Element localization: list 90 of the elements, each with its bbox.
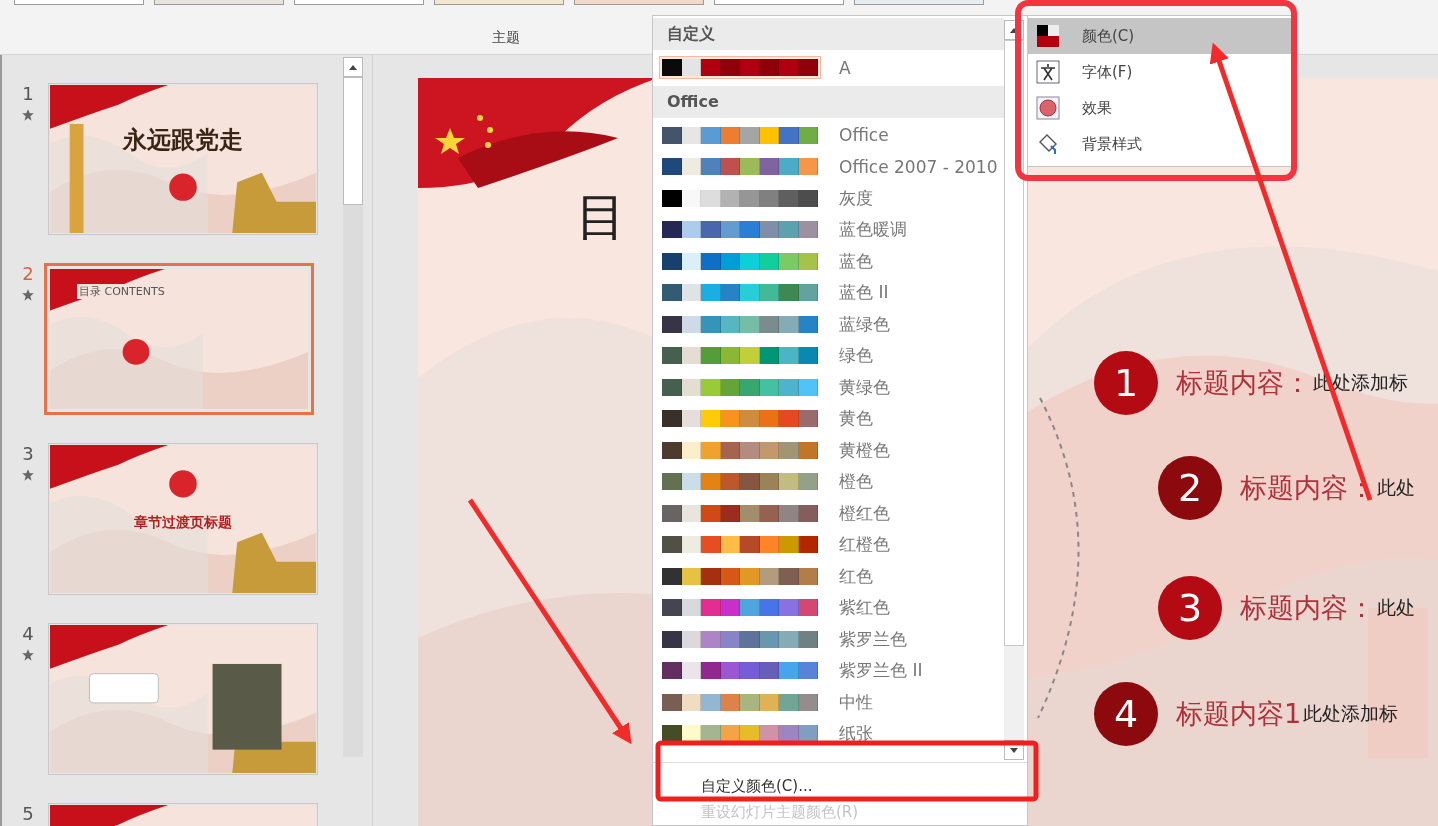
palette-item[interactable]: 紫罗兰色 — [653, 623, 1004, 655]
menu-item-label: 效果 — [1082, 98, 1112, 118]
palette-name: 紫红色 — [839, 596, 890, 620]
item-text: 此处 — [1377, 475, 1415, 500]
palette-item[interactable]: 蓝色暖调 — [653, 214, 1004, 246]
palette-item[interactable]: Office — [653, 119, 1004, 151]
palette-name: 红橙色 — [839, 533, 890, 557]
palette-name: 橙红色 — [839, 501, 890, 525]
palette-item[interactable]: A — [653, 52, 1004, 84]
palette-item[interactable]: 绿色 — [653, 340, 1004, 372]
palette-name: A — [839, 57, 851, 78]
palette-name: 紫罗兰色 II — [839, 659, 923, 683]
slide-number: 5 — [22, 803, 34, 824]
slide-number: 2 — [22, 263, 34, 284]
theme-thumbnail[interactable] — [14, 0, 144, 5]
palette-item[interactable]: 纸张 — [653, 718, 1004, 750]
scrollbar[interactable] — [1004, 20, 1024, 760]
palette-item[interactable]: 灰度 — [653, 182, 1004, 214]
palette-item[interactable]: 紫罗兰色 II — [653, 655, 1004, 687]
theme-thumbnail[interactable] — [154, 0, 284, 5]
section-header: 自定义 — [653, 18, 1004, 50]
arrow-up-icon — [349, 64, 357, 70]
item-text: 此处添加标 — [1303, 701, 1399, 726]
palette-item[interactable]: 黄橙色 — [653, 434, 1004, 466]
palette-name: 蓝色暖调 — [839, 218, 907, 242]
slide-number: 4 — [22, 623, 34, 644]
theme-thumbnail[interactable] — [714, 0, 844, 5]
scroll-thumb[interactable] — [343, 77, 363, 205]
theme-thumbnail[interactable] — [574, 0, 704, 5]
palette-item[interactable]: 红橙色 — [653, 529, 1004, 561]
scroll-thumb[interactable] — [1004, 40, 1024, 646]
arrow-up-icon — [1010, 27, 1018, 33]
theme-thumbnail[interactable] — [434, 0, 564, 5]
item-title: 标题内容： — [1240, 591, 1375, 625]
palette-item[interactable]: 蓝色 — [653, 245, 1004, 277]
menu-item-label: 颜色(C) — [1082, 26, 1135, 46]
theme-thumbnail[interactable] — [854, 0, 984, 5]
slide-number: 1 — [22, 83, 34, 104]
slide-number: 3 — [22, 443, 34, 464]
menu-command[interactable]: 自定义颜色(C)... — [653, 773, 1027, 799]
palette-item[interactable]: Office 2007 - 2010 — [653, 151, 1004, 183]
palette-name: 黄色 — [839, 407, 873, 431]
palette-name: 红色 — [839, 564, 873, 588]
item-title: 标题内容1 — [1176, 697, 1302, 731]
palette-name: 纸张 — [839, 722, 873, 746]
palette-name: 蓝色 II — [839, 281, 889, 305]
palette-item[interactable]: 中性 — [653, 686, 1004, 718]
menu-item[interactable]: 背景样式 — [1028, 126, 1294, 162]
palette-name: 蓝绿色 — [839, 312, 890, 336]
menu-item[interactable]: 效果 — [1028, 90, 1294, 126]
slide-thumbnail[interactable]: 永远跟党走 — [48, 83, 318, 235]
thumbnail-title: 永远跟党走 — [123, 125, 243, 156]
thumbnail-title: 目录 CONTENTS — [77, 284, 167, 299]
palette-item[interactable]: 黄绿色 — [653, 371, 1004, 403]
menu-item[interactable]: 颜色(C) — [1028, 18, 1294, 54]
palette-item[interactable]: 紫红色 — [653, 592, 1004, 624]
scroll-up-button[interactable] — [343, 57, 363, 77]
palette-item[interactable]: 橙红色 — [653, 497, 1004, 529]
palette-item[interactable]: 蓝色 II — [653, 277, 1004, 309]
palette-name: 黄橙色 — [839, 438, 890, 462]
palette-item[interactable]: 蓝绿色 — [653, 308, 1004, 340]
palette-item[interactable]: 黄色 — [653, 403, 1004, 435]
scrollbar[interactable] — [343, 57, 363, 757]
section-header: Office — [653, 85, 1004, 118]
palette-item[interactable]: 橙色 — [653, 466, 1004, 498]
palette-name: Office 2007 - 2010 — [839, 156, 998, 177]
menu-item-label: 背景样式 — [1082, 134, 1142, 154]
slide-title: 目 — [576, 187, 626, 248]
palette-name: 中性 — [839, 690, 873, 714]
color-scheme-icon — [1036, 24, 1060, 48]
item-title: 标题内容： — [1176, 366, 1311, 400]
menu-item[interactable]: 字体(F) — [1028, 54, 1294, 90]
palette-name: 绿色 — [839, 344, 873, 368]
menu-item-label: 字体(F) — [1082, 62, 1133, 82]
arrow-down-icon — [1010, 747, 1018, 753]
slide-thumbnail[interactable]: 章节过渡页标题 — [48, 443, 318, 595]
item-text: 此处 — [1377, 595, 1415, 620]
palette-name: 黄绿色 — [839, 375, 890, 399]
group-label: 主题 — [492, 29, 520, 47]
effects-icon — [1036, 96, 1060, 120]
palette-name: 紫罗兰色 — [839, 627, 907, 651]
palette-name: 蓝色 — [839, 249, 873, 273]
theme-thumbnail[interactable] — [294, 0, 424, 5]
font-icon — [1036, 60, 1060, 84]
slide-thumbnail[interactable]: 目录 CONTENTS — [44, 263, 314, 415]
thumbnail-title: 章节过渡页标题 — [134, 514, 232, 532]
palette-name: 灰度 — [839, 186, 873, 210]
palette-name: 橙色 — [839, 470, 873, 494]
palette-name: Office — [839, 125, 889, 146]
palette-item[interactable]: 红色 — [653, 560, 1004, 592]
